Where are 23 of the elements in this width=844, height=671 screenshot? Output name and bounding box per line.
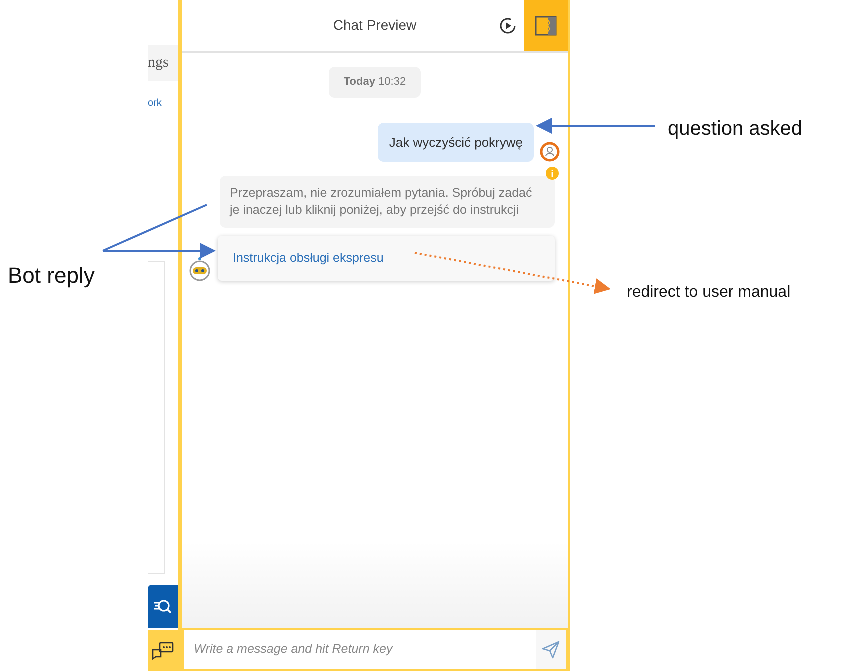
annotation-label: redirect to user manual <box>627 283 791 303</box>
bot-avatar-icon <box>189 256 211 280</box>
replay-icon[interactable] <box>499 16 517 34</box>
search-icon <box>153 598 173 614</box>
panel-title: Chat Preview <box>333 16 417 35</box>
sidebar-link[interactable]: ork <box>148 96 162 111</box>
manual-link[interactable]: Instrukcja obsługi ekspresu <box>218 236 555 280</box>
search-button[interactable] <box>148 585 178 628</box>
message-field[interactable]: Write a message and hit Return key <box>184 640 536 659</box>
chat-button[interactable] <box>148 630 178 671</box>
annotation-label: Bot reply <box>8 262 95 290</box>
info-icon <box>546 167 559 180</box>
send-button[interactable] <box>536 630 566 669</box>
sidebar-label: ngs <box>148 45 178 81</box>
user-message: Jak wyczyścić pokrywę <box>378 122 534 162</box>
chat-bubbles-icon <box>152 642 174 660</box>
annotation-label: question asked <box>668 117 803 142</box>
user-avatar-icon <box>540 142 560 162</box>
timestamp: Today 10:32 <box>328 67 422 98</box>
message-input[interactable]: Write a message and hit Return key <box>182 628 568 671</box>
split-panel-icon <box>535 16 557 36</box>
send-icon <box>542 640 560 658</box>
collapse-panel-button[interactable] <box>524 0 568 51</box>
